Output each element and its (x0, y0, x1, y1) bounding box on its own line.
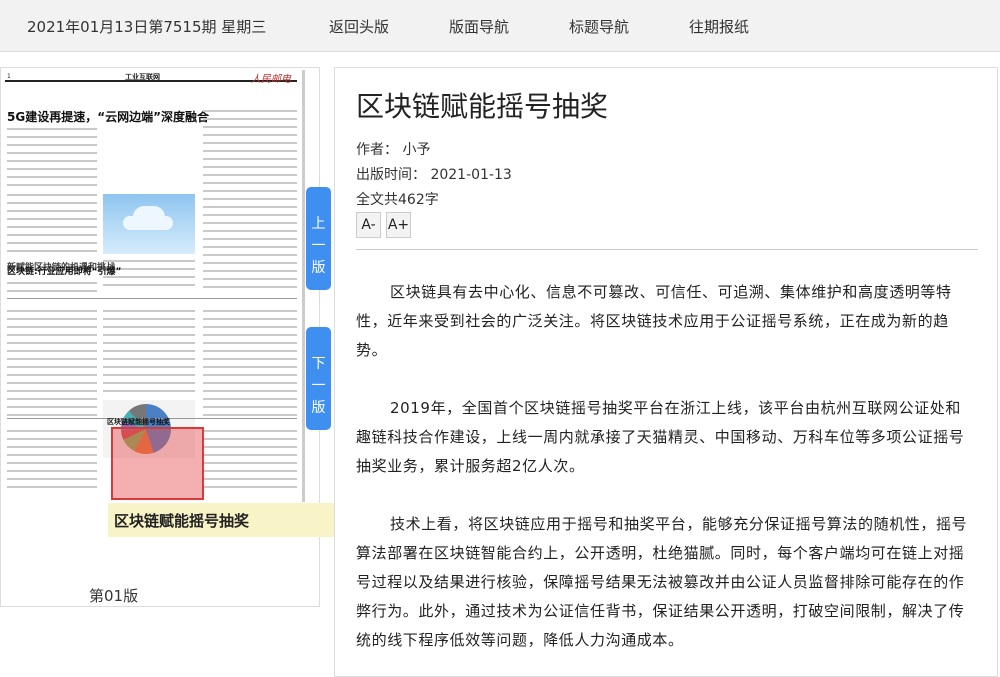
next-page-tab[interactable]: 下一版 (306, 327, 331, 430)
publish-date: 出版时间： 2021-01-13 (356, 167, 512, 183)
newspaper-header: 1 工业互联网 人民邮电 (5, 72, 297, 85)
divider (356, 249, 978, 250)
page-caption: 第01版 (89, 587, 139, 605)
article-link-blockchain-industry[interactable]: 区块链:行业应用即将“引爆” (7, 264, 121, 277)
increase-font-button[interactable]: A+ (386, 212, 411, 238)
article-link-lottery[interactable]: 区块链赋能摇号抽奖 (107, 417, 170, 427)
nav-title-navigation[interactable]: 标题导航 (569, 16, 629, 37)
previous-page-tab[interactable]: 上一版 (306, 187, 331, 290)
article-author: 作者： 小予 (356, 142, 431, 158)
article-paragraph: 技术上看，将区块链应用于摇号和抽奖平台，能够充分保证摇号算法的随机性，摇号算法部… (356, 515, 968, 649)
newspaper-masthead: 工业互联网 (125, 73, 160, 81)
nav-back-to-front-page[interactable]: 返回头版 (329, 16, 389, 37)
nav-past-issues[interactable]: 往期报纸 (689, 16, 749, 37)
article-title: 区块链赋能摇号抽奖 (356, 90, 609, 123)
article-panel: 区块链赋能摇号抽奖 作者： 小予 出版时间： 2021-01-13 全文共462… (334, 67, 998, 677)
article-paragraph: 区块链具有去中心化、信息不可篡改、可信任、可追溯、集体维护和高度透明等特性，近年… (356, 283, 952, 359)
top-nav-bar: 2021年01月13日第7515期 星期三 返回头版 版面导航 标题导航 往期报… (0, 0, 1000, 52)
page-number: 1 (7, 73, 11, 80)
newspaper-logo: 人民邮电 (251, 74, 291, 85)
word-count: 全文共462字 (356, 192, 439, 208)
decrease-font-button[interactable]: A- (356, 212, 381, 238)
issue-date: 2021年01月13日第7515期 星期三 (27, 18, 267, 36)
article-link-5g[interactable]: 5G建设再提速，“云网边端”深度融合 (7, 108, 209, 125)
cloud-illustration (103, 194, 195, 254)
nav-page-navigation[interactable]: 版面导航 (449, 16, 509, 37)
article-paragraph: 2019年，全国首个区块链摇号抽奖平台在浙江上线，该平台由杭州互联网公证处和趣链… (356, 399, 965, 475)
selected-article-highlight[interactable] (111, 427, 204, 500)
newspaper-page-image[interactable]: 1 工业互联网 人民邮电 5G建设再提速，“云网边端”深度融合 新赋能区块链的机… (3, 70, 305, 502)
